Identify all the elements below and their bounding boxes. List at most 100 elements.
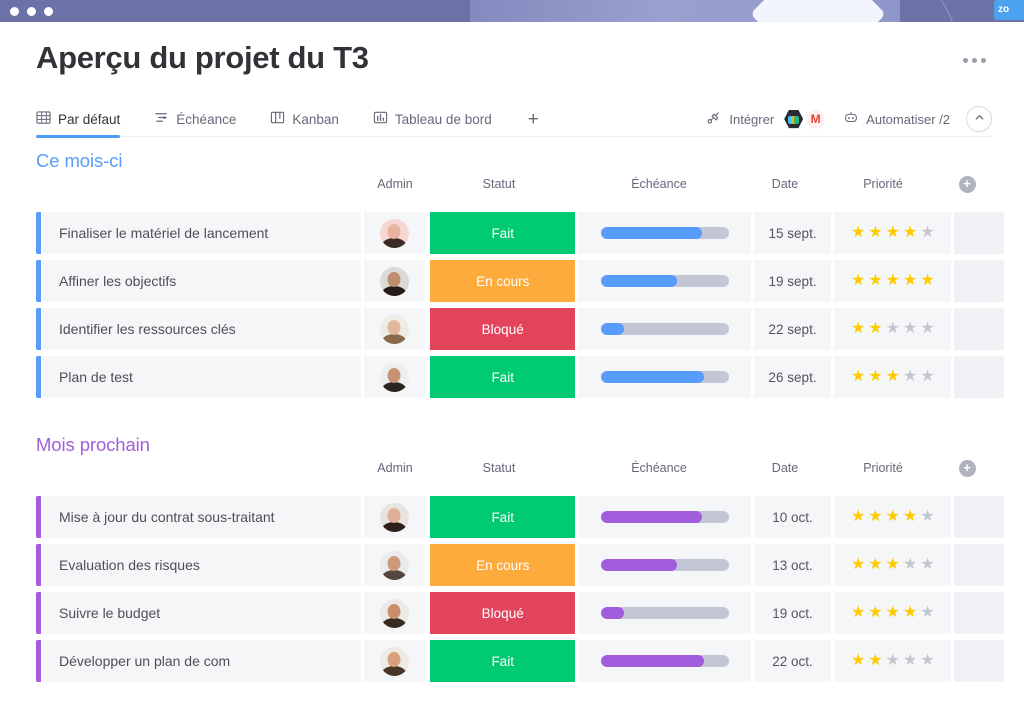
- table-row[interactable]: Mise à jour du contrat sous-traitant Fait…: [36, 496, 1004, 538]
- cell-owner[interactable]: [363, 640, 426, 682]
- avatar[interactable]: [379, 218, 409, 248]
- star-icon[interactable]: ★: [868, 653, 882, 669]
- cell-status[interactable]: Fait: [430, 496, 576, 538]
- cell-progress[interactable]: [578, 260, 751, 302]
- cell-date[interactable]: 26 sept.: [753, 356, 832, 398]
- column-header-date[interactable]: Date: [746, 177, 824, 191]
- gmail-icon[interactable]: M: [806, 109, 826, 129]
- add-column-button[interactable]: +: [958, 175, 976, 193]
- avatar[interactable]: [379, 314, 409, 344]
- cell-owner[interactable]: [363, 356, 426, 398]
- cell-task-name[interactable]: Evaluation des risques: [43, 544, 361, 586]
- cell-progress[interactable]: [578, 640, 751, 682]
- cell-priority[interactable]: ★ ★ ★ ★ ★: [834, 496, 952, 538]
- column-header-statut[interactable]: Statut: [426, 177, 572, 191]
- star-icon[interactable]: ★: [903, 369, 917, 385]
- cell-progress[interactable]: [578, 212, 751, 254]
- cell-priority[interactable]: ★ ★ ★ ★ ★: [834, 356, 952, 398]
- cell-empty[interactable]: [954, 260, 1004, 302]
- cell-owner[interactable]: [363, 308, 426, 350]
- slack-icon[interactable]: [784, 109, 804, 129]
- cell-task-name[interactable]: Suivre le budget: [43, 592, 361, 634]
- tab-par-defaut[interactable]: Par défaut: [36, 102, 130, 138]
- star-icon[interactable]: ★: [920, 557, 934, 573]
- cell-empty[interactable]: [954, 496, 1004, 538]
- column-header-date[interactable]: Date: [746, 461, 824, 475]
- column-header-chance[interactable]: Échéance: [572, 177, 746, 191]
- star-icon[interactable]: ★: [851, 509, 865, 525]
- cell-priority[interactable]: ★ ★ ★ ★ ★: [834, 260, 952, 302]
- cell-date[interactable]: 22 sept.: [753, 308, 832, 350]
- star-rating[interactable]: ★ ★ ★ ★ ★: [851, 369, 935, 385]
- star-icon[interactable]: ★: [851, 321, 865, 337]
- tab-echeance[interactable]: Échéance: [154, 102, 246, 137]
- star-icon[interactable]: ★: [851, 605, 865, 621]
- cell-date[interactable]: 19 oct.: [753, 592, 832, 634]
- table-row[interactable]: Evaluation des risques En cours 13 oct. ★ ★ ★…: [36, 544, 1004, 586]
- cell-progress[interactable]: [578, 592, 751, 634]
- star-icon[interactable]: ★: [851, 653, 865, 669]
- cell-empty[interactable]: [954, 640, 1004, 682]
- cell-empty[interactable]: [954, 356, 1004, 398]
- cell-task-name[interactable]: Plan de test: [43, 356, 361, 398]
- star-icon[interactable]: ★: [920, 321, 934, 337]
- cell-task-name[interactable]: Développer un plan de com: [43, 640, 361, 682]
- star-rating[interactable]: ★ ★ ★ ★ ★: [851, 653, 935, 669]
- cell-task-name[interactable]: Affiner les objectifs: [43, 260, 361, 302]
- star-rating[interactable]: ★ ★ ★ ★ ★: [851, 225, 935, 241]
- star-icon[interactable]: ★: [920, 509, 934, 525]
- star-icon[interactable]: ★: [886, 225, 900, 241]
- star-rating[interactable]: ★ ★ ★ ★ ★: [851, 605, 935, 621]
- column-header-statut[interactable]: Statut: [426, 461, 572, 475]
- cell-empty[interactable]: [954, 592, 1004, 634]
- cell-date[interactable]: 13 oct.: [753, 544, 832, 586]
- table-row[interactable]: Identifier les ressources clés Bloqué 22 s…: [36, 308, 1004, 350]
- corner-badge[interactable]: zo: [994, 0, 1024, 20]
- star-icon[interactable]: ★: [886, 557, 900, 573]
- star-icon[interactable]: ★: [886, 273, 900, 289]
- table-row[interactable]: Finaliser le matériel de lancement Fait 15…: [36, 212, 1004, 254]
- window-dot-close[interactable]: [10, 7, 19, 16]
- star-icon[interactable]: ★: [851, 273, 865, 289]
- star-icon[interactable]: ★: [868, 321, 882, 337]
- column-header-admin[interactable]: Admin: [364, 461, 426, 475]
- star-icon[interactable]: ★: [868, 509, 882, 525]
- cell-status[interactable]: En cours: [430, 260, 576, 302]
- star-icon[interactable]: ★: [903, 605, 917, 621]
- avatar[interactable]: [379, 598, 409, 628]
- cell-priority[interactable]: ★ ★ ★ ★ ★: [834, 640, 952, 682]
- star-icon[interactable]: ★: [886, 653, 900, 669]
- column-header-priorit[interactable]: Priorité: [824, 177, 942, 191]
- star-icon[interactable]: ★: [903, 509, 917, 525]
- cell-status[interactable]: Bloqué: [430, 308, 576, 350]
- cell-owner[interactable]: [363, 544, 426, 586]
- cell-date[interactable]: 10 oct.: [753, 496, 832, 538]
- cell-owner[interactable]: [363, 260, 426, 302]
- cell-priority[interactable]: ★ ★ ★ ★ ★: [834, 212, 952, 254]
- cell-task-name[interactable]: Identifier les ressources clés: [43, 308, 361, 350]
- star-rating[interactable]: ★ ★ ★ ★ ★: [851, 557, 935, 573]
- star-icon[interactable]: ★: [868, 225, 882, 241]
- cell-owner[interactable]: [363, 496, 426, 538]
- add-column-button[interactable]: +: [958, 459, 976, 477]
- cell-status[interactable]: Fait: [430, 356, 576, 398]
- avatar[interactable]: [379, 646, 409, 676]
- window-dot-maximize[interactable]: [44, 7, 53, 16]
- star-icon[interactable]: ★: [886, 605, 900, 621]
- star-icon[interactable]: ★: [868, 557, 882, 573]
- star-icon[interactable]: ★: [868, 369, 882, 385]
- cell-date[interactable]: 15 sept.: [753, 212, 832, 254]
- table-row[interactable]: Suivre le budget Bloqué 19 oct. ★ ★ ★ ★ ★: [36, 592, 1004, 634]
- star-icon[interactable]: ★: [903, 557, 917, 573]
- cell-priority[interactable]: ★ ★ ★ ★ ★: [834, 592, 952, 634]
- cell-status[interactable]: Fait: [430, 640, 576, 682]
- column-header-chance[interactable]: Échéance: [572, 461, 746, 475]
- star-icon[interactable]: ★: [851, 225, 865, 241]
- star-icon[interactable]: ★: [886, 369, 900, 385]
- group-title[interactable]: Ce mois-ci: [36, 150, 1004, 172]
- star-icon[interactable]: ★: [903, 321, 917, 337]
- cell-task-name[interactable]: Finaliser le matériel de lancement: [43, 212, 361, 254]
- table-row[interactable]: Plan de test Fait 26 sept. ★ ★ ★ ★ ★: [36, 356, 1004, 398]
- window-traffic-lights[interactable]: [10, 7, 53, 16]
- cell-priority[interactable]: ★ ★ ★ ★ ★: [834, 544, 952, 586]
